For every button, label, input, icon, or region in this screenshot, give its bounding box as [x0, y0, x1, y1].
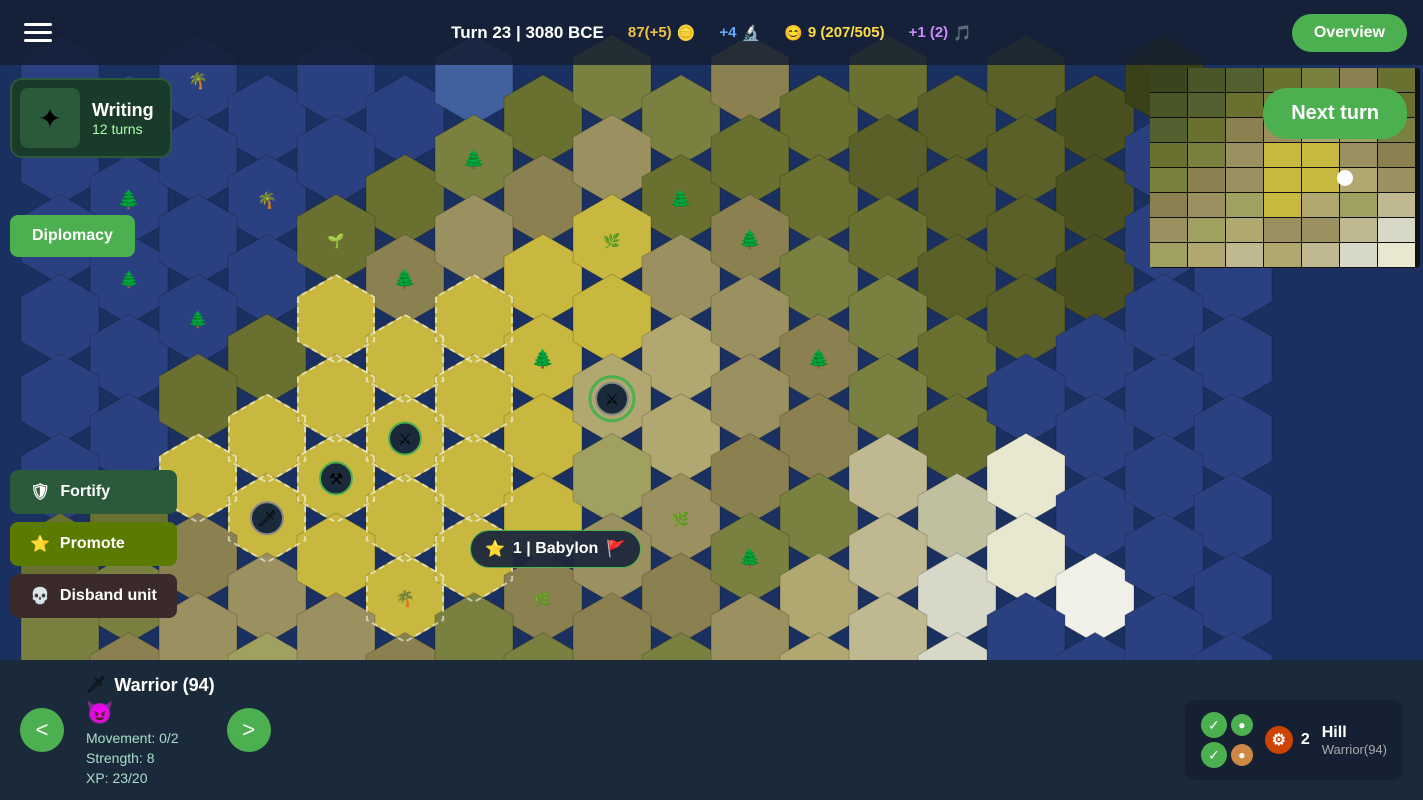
- svg-text:🌲: 🌲: [808, 348, 830, 369]
- tech-text: Writing 12 turns: [92, 100, 154, 137]
- svg-text:🌲: 🌲: [463, 149, 485, 170]
- right-unit-card: ✓ ● ✓ ● ⚙ 2 Hill Warrior(94): [1185, 700, 1403, 780]
- svg-text:🌲: 🌲: [739, 547, 761, 568]
- tech-turns: 12 turns: [92, 121, 154, 137]
- unit-info: 🗡 Warrior (94) 😈 Movement: 0/2 Strength:…: [76, 675, 215, 786]
- unit-card-text: Hill Warrior(94): [1322, 724, 1387, 757]
- svg-text:🌲: 🌲: [118, 189, 140, 210]
- tech-name: Writing: [92, 100, 154, 121]
- babylon-label: 1 | Babylon: [513, 540, 598, 558]
- unit-movement: Movement: 0/2: [86, 730, 215, 746]
- turn-info: Turn 23 | 3080 BCE: [451, 23, 604, 43]
- svg-text:🌲: 🌲: [119, 270, 139, 289]
- green-dot: ●: [1231, 714, 1253, 736]
- overview-button[interactable]: Overview: [1292, 14, 1407, 52]
- hex-map[interactable]: 🌲🌲🌴🌴🌲🌱🌲🌲🌲🌿🌲🌲🌲🌴🌴🌿🌿🌲🌲⚔⚒🗡⚔: [0, 0, 1423, 660]
- svg-text:🌲: 🌲: [188, 310, 208, 329]
- tech-panel[interactable]: ✦ Writing 12 turns: [10, 78, 172, 158]
- action-buttons: 🛡 Fortify ⭐ Promote 💀 Disband unit: [10, 470, 177, 618]
- svg-text:🌴: 🌴: [395, 589, 415, 608]
- check-icon-2: ✓: [1201, 742, 1227, 768]
- babylon-tooltip[interactable]: ⭐ 1 | Babylon 🚩: [470, 530, 641, 568]
- unit-xp: XP: 23/20: [86, 770, 215, 786]
- map-container[interactable]: 🌲🌲🌴🌴🌲🌱🌲🌲🌲🌿🌲🌲🌲🌴🌴🌿🌿🌲🌲⚔⚒🗡⚔: [0, 0, 1423, 660]
- unit-level: 2: [1301, 731, 1310, 749]
- culture-stat: +1 (2) 🎵: [909, 24, 972, 42]
- star-icon: ⭐: [30, 534, 50, 554]
- unit-icon: 🗡: [86, 675, 106, 695]
- next-turn-button[interactable]: Next turn: [1263, 88, 1407, 139]
- skull-icon: 💀: [30, 586, 50, 606]
- disband-button[interactable]: 💀 Disband unit: [10, 574, 177, 618]
- unit-name: Warrior (94): [114, 675, 214, 696]
- svg-text:🌱: 🌱: [327, 232, 344, 249]
- top-bar: Turn 23 | 3080 BCE 87(+5) 🪙 +4 🔬 😊 9 (20…: [0, 0, 1423, 65]
- promote-button[interactable]: ⭐ Promote: [10, 522, 177, 566]
- hamburger-button[interactable]: [16, 15, 60, 50]
- fortify-button[interactable]: 🛡 Fortify: [10, 470, 177, 514]
- right-unit-name: Hill: [1322, 724, 1387, 742]
- svg-text:🌲: 🌲: [532, 348, 554, 369]
- svg-text:⚒: ⚒: [329, 471, 343, 488]
- tech-icon: ✦: [20, 88, 80, 148]
- unit-card-icons: ✓ ● ✓ ●: [1201, 712, 1253, 768]
- svg-text:🌿: 🌿: [534, 591, 551, 608]
- bottom-bar: < 🗡 Warrior (94) 😈 Movement: 0/2 Strengt…: [0, 660, 1423, 800]
- svg-text:🌿: 🌿: [672, 511, 689, 528]
- gear-icon: ⚙: [1265, 726, 1293, 754]
- unit-level-badge: ⚙ 2: [1265, 726, 1310, 754]
- svg-text:🌿: 🌿: [603, 232, 620, 249]
- right-unit-type: Warrior(94): [1322, 742, 1387, 757]
- svg-text:🌲: 🌲: [394, 268, 416, 289]
- shield-icon: 🛡: [30, 482, 50, 502]
- svg-text:🌲: 🌲: [739, 228, 761, 249]
- diplomacy-button[interactable]: Diplomacy: [10, 215, 135, 257]
- prev-unit-button[interactable]: <: [20, 708, 64, 752]
- svg-text:⚔: ⚔: [398, 432, 412, 449]
- next-unit-button[interactable]: >: [227, 708, 271, 752]
- svg-text:⚔: ⚔: [605, 392, 619, 409]
- gold-stat: 87(+5) 🪙: [628, 24, 695, 42]
- science-stat: +4 🔬: [719, 24, 760, 42]
- happiness-stat: 😊 9 (207/505): [784, 24, 884, 42]
- svg-text:🌲: 🌲: [670, 189, 692, 210]
- svg-text:🗡: 🗡: [257, 510, 277, 528]
- star-icon-small: ⭐: [485, 539, 505, 559]
- unit-nav: < 🗡 Warrior (94) 😈 Movement: 0/2 Strengt…: [0, 675, 291, 786]
- svg-text:🌴: 🌴: [188, 71, 208, 90]
- city-icon: 🚩: [606, 539, 626, 559]
- svg-text:🌴: 🌴: [257, 191, 277, 210]
- orange-dot: ●: [1231, 744, 1253, 766]
- unit-strength: Strength: 8: [86, 750, 215, 766]
- check-icon-1: ✓: [1201, 712, 1227, 738]
